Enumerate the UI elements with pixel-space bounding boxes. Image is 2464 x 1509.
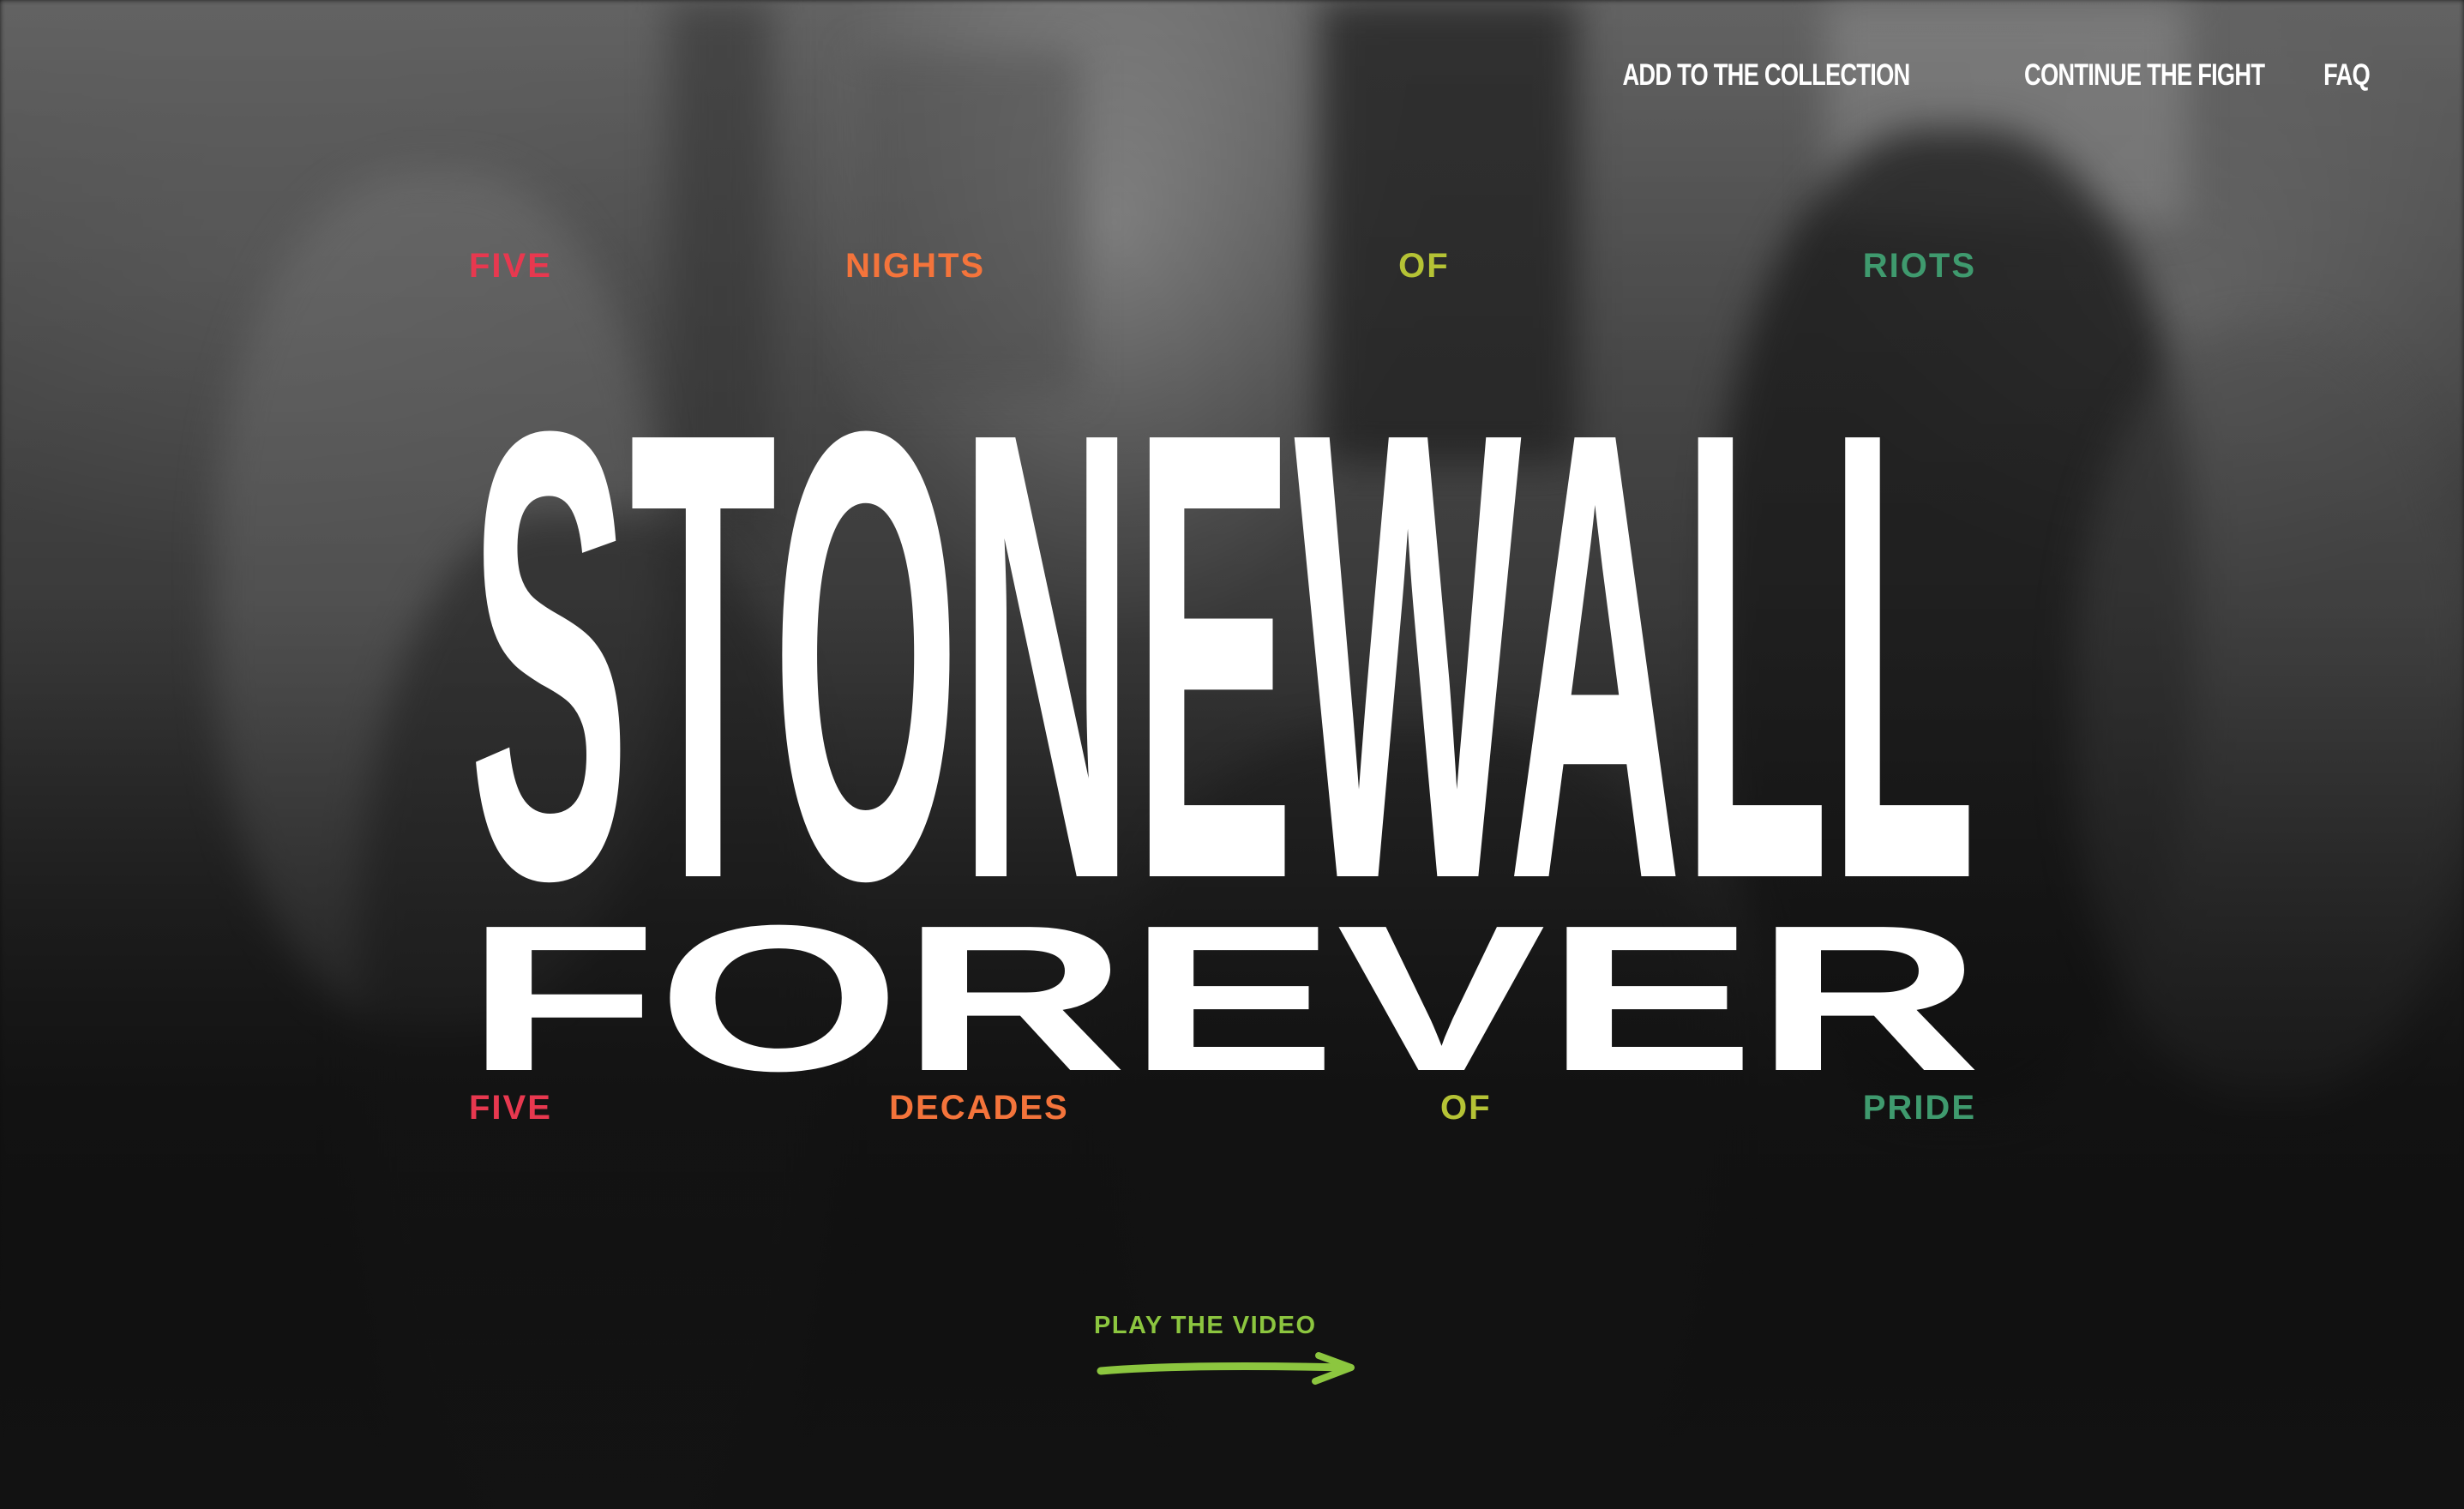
tagline-word-five: FIVE: [469, 1089, 552, 1127]
nav-faq[interactable]: FAQ: [2323, 58, 2371, 93]
headline-forever: FOREVER: [466, 882, 1981, 1115]
nav-continue-the-fight[interactable]: CONTINUE THE FIGHT: [2024, 58, 2265, 93]
tagline-word-pride: PRIDE: [1862, 1089, 1976, 1127]
tagline-word-riots: RIOTS: [1862, 247, 1976, 285]
hand-drawn-arrow-icon: [1097, 1352, 1355, 1385]
top-nav: ADD TO THE COLLECTION CONTINUE THE FIGHT…: [1542, 58, 2371, 93]
tagline-word-decades: DECADES: [889, 1089, 1069, 1127]
headline-line-2: FOREVER: [466, 882, 1981, 1115]
tagline-word-of: OF: [1398, 247, 1450, 285]
tagline-word-of: OF: [1439, 1089, 1492, 1127]
tagline-word-nights: NIGHTS: [844, 247, 986, 285]
play-video-button[interactable]: PLAY THE VIDEO: [1094, 1312, 1368, 1386]
tagline-top: FIVE NIGHTS OF RIOTS: [469, 247, 1976, 286]
play-video-label: PLAY THE VIDEO: [1094, 1312, 1317, 1339]
tagline-word-five: FIVE: [469, 247, 552, 285]
hero-page: ADD TO THE COLLECTION CONTINUE THE FIGHT…: [0, 0, 2464, 1509]
tagline-bottom: FIVE DECADES OF PRIDE: [469, 1089, 1976, 1127]
nav-add-to-the-collection[interactable]: ADD TO THE COLLECTION: [1623, 58, 1911, 93]
headline-stonewall: STONEWALL: [469, 299, 1976, 1013]
